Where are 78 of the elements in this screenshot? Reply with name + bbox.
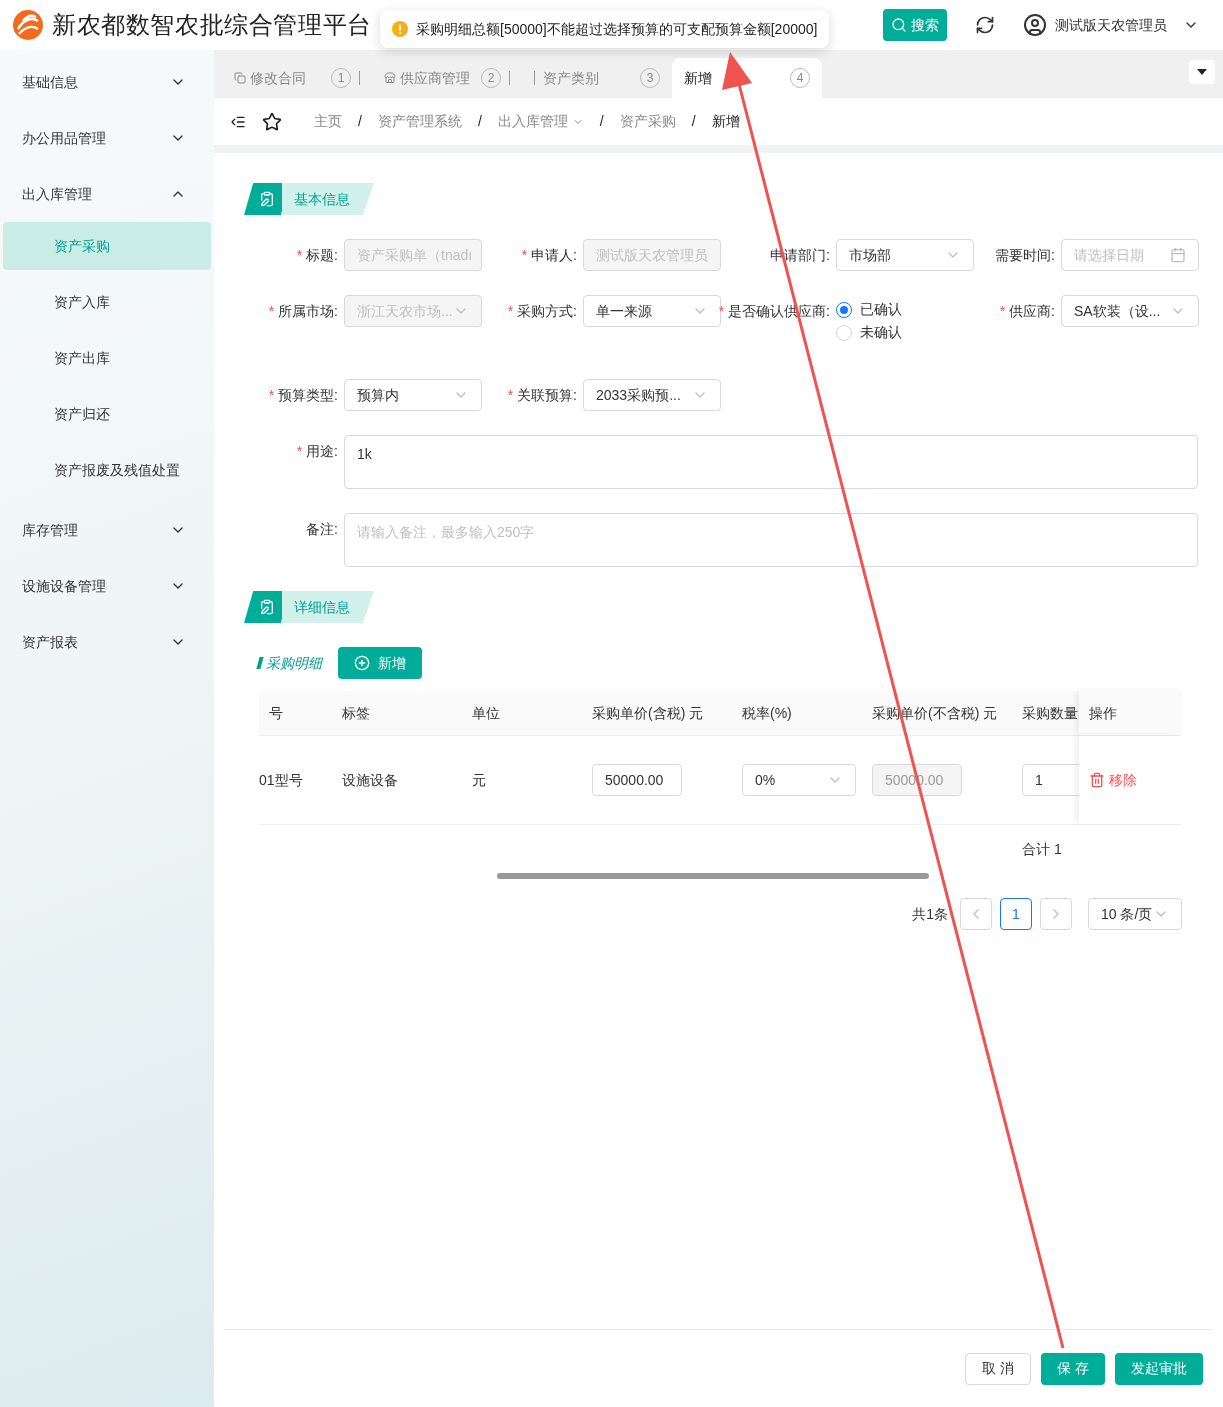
select-field[interactable]: 预算内 — [344, 379, 482, 411]
column-header: 单位 — [472, 703, 500, 723]
sidebar-group[interactable]: 资产报表 — [0, 614, 214, 670]
breadcrumb-item[interactable]: 出入库管理 — [497, 111, 584, 132]
store-icon — [384, 72, 396, 84]
refresh-icon[interactable] — [975, 15, 995, 35]
column-header: 操作 — [1089, 703, 1117, 723]
field-label: * 是否确认供应商: — [718, 301, 830, 321]
sidebar-group[interactable]: 库存管理 — [0, 502, 214, 558]
horizontal-scrollbar[interactable] — [497, 873, 929, 879]
tab-menu-button[interactable] — [1189, 60, 1215, 84]
column-header: 税率(%) — [742, 703, 792, 723]
column-header: 标签 — [342, 703, 370, 723]
breadcrumb-item[interactable]: 主页 — [314, 111, 342, 132]
tax-select[interactable]: 0% — [742, 764, 856, 796]
star-icon[interactable] — [262, 111, 282, 132]
clipboard-icon — [259, 599, 275, 615]
subsection-title: 采购明细 — [258, 652, 322, 674]
sidebar-item[interactable]: 资产入库 — [3, 278, 211, 326]
breadcrumb-separator: / — [599, 112, 604, 131]
calendar-icon — [1170, 247, 1186, 263]
breadcrumb-item[interactable]: 新增 — [711, 111, 740, 132]
copy-icon — [234, 72, 246, 84]
search-icon — [891, 17, 907, 33]
field-label: * 关联预算: — [507, 385, 577, 405]
caret-down-icon — [1197, 69, 1207, 75]
plus-circle-icon — [354, 655, 370, 671]
sidebar-group[interactable]: 设施设备管理 — [0, 558, 214, 614]
field-label: * 标题: — [296, 245, 338, 265]
field-label: 需要时间: — [995, 245, 1055, 265]
trash-icon — [1089, 772, 1105, 788]
section-title: 基本信息 — [282, 183, 374, 215]
field-label: * 供应商: — [999, 301, 1055, 321]
total-count: 共1条 — [912, 904, 948, 924]
clipboard-icon — [259, 191, 275, 207]
radio-option[interactable]: 未确认 — [836, 322, 902, 343]
sidebar-group[interactable]: 办公用品管理 — [0, 110, 214, 166]
sidebar-group[interactable]: 出入库管理 — [0, 166, 214, 222]
logo-icon — [12, 9, 44, 41]
radio-option[interactable]: 已确认 — [836, 299, 902, 320]
field-label: * 采购方式: — [507, 301, 577, 321]
toast-message: 采购明细总额[50000]不能超过选择预算的可支配预算金额[20000] — [416, 19, 818, 39]
field-label: * 申请人: — [521, 245, 577, 265]
column-header: 号 — [269, 703, 283, 723]
breadcrumb-item[interactable]: 资产管理系统 — [377, 111, 462, 132]
user-menu[interactable]: 测试版天农管理员 — [1023, 13, 1199, 37]
column-header: 采购单价(不含税) 元 — [872, 703, 998, 723]
sidebar-item[interactable]: 资产报废及残值处置 — [3, 446, 211, 494]
sidebar-group[interactable]: 基础信息 — [0, 54, 214, 110]
textarea-field[interactable]: 1k — [344, 435, 1198, 489]
table-cell: 01型号 — [259, 771, 303, 788]
column-header: 采购单价(含税) 元 — [592, 703, 704, 723]
field-label: 备注: — [306, 519, 338, 539]
column-header: 采购数量 — [1022, 703, 1078, 723]
tab[interactable]: 新增 4 — [672, 58, 822, 98]
page-button[interactable]: 1 — [1000, 898, 1032, 930]
select-field[interactable]: SA软装（设... — [1061, 295, 1199, 327]
table-cell: 元 — [472, 771, 486, 788]
select-field[interactable]: 市场部 — [836, 239, 974, 271]
cancel-button[interactable]: 取 消 — [965, 1352, 1032, 1385]
field-label: * 所属市场: — [268, 301, 338, 321]
breadcrumb-separator: / — [477, 112, 482, 131]
app-title: 新农都数智农批综合管理平台 — [52, 10, 372, 40]
table-cell: 设施设备 — [342, 771, 398, 788]
breadcrumb-separator: / — [358, 112, 362, 131]
field-label: * 预算类型: — [268, 385, 338, 405]
warning-icon — [392, 21, 408, 37]
page-size-select[interactable]: 10 条/页 — [1088, 898, 1182, 930]
field-label: * 用途: — [296, 441, 338, 461]
breadcrumb-item[interactable]: 资产采购 — [619, 111, 676, 132]
sidebar-item[interactable]: 资产归还 — [3, 390, 211, 438]
breadcrumb-separator: / — [691, 112, 696, 131]
summary-text: 合计 1 — [1022, 839, 1062, 859]
section-title: 详细信息 — [282, 591, 374, 623]
price-field[interactable]: 50000.00 — [592, 764, 682, 796]
select-field[interactable]: 2033采购预... — [583, 379, 721, 411]
sidebar-item[interactable]: 资产出库 — [3, 334, 211, 382]
user-avatar-icon — [1023, 13, 1047, 37]
